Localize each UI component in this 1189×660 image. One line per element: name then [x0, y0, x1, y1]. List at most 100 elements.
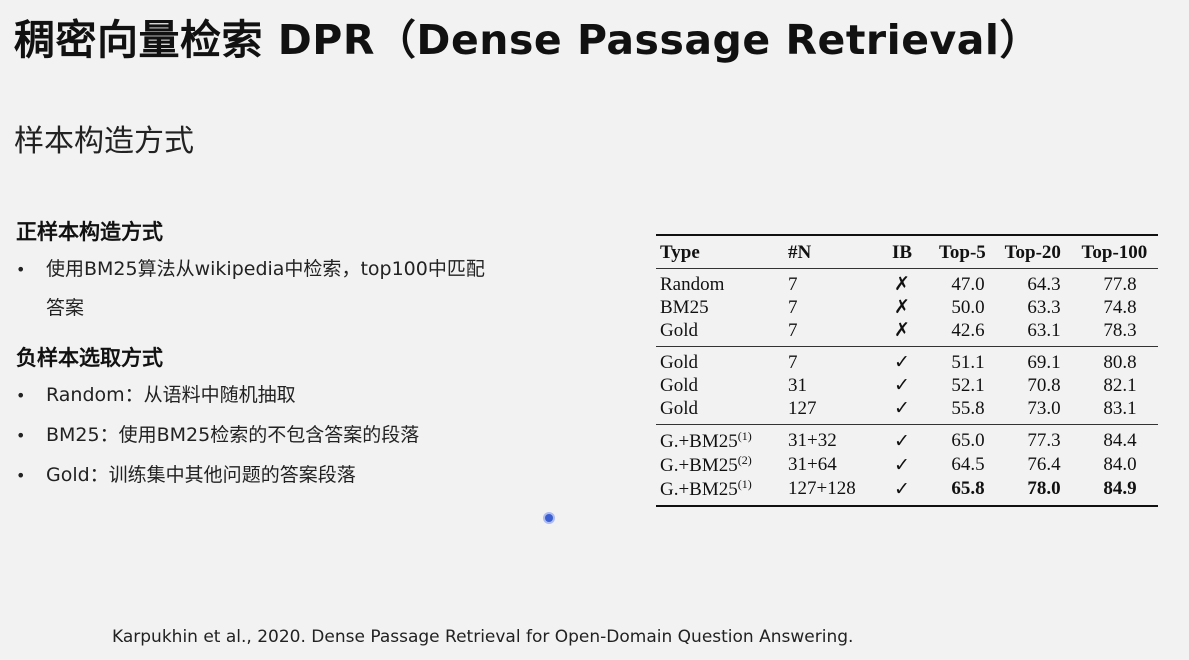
cell-top20: 70.8	[1006, 374, 1082, 397]
table-group-1: Random 7 ✗ 47.0 64.3 77.8 BM25 7 ✗ 50.0 63.3 74.8 Go…	[656, 269, 1158, 346]
cell-n-text: 127	[788, 397, 817, 419]
cell-n: 7	[784, 273, 874, 296]
cell-top5-text: 65.0	[951, 430, 985, 451]
cell-top20-text: 64.3	[1027, 273, 1061, 295]
cell-ib: ✓	[874, 351, 930, 374]
cell-top20: 73.0	[1006, 397, 1082, 420]
cell-type: Gold	[656, 351, 784, 374]
cell-top100: 84.4	[1082, 429, 1158, 453]
cell-n-text: 31+64	[788, 454, 837, 475]
table-row: Gold 7 ✓ 51.1 69.1 80.8	[656, 351, 1158, 374]
cell-ib-text: ✓	[894, 430, 910, 452]
cell-top20-text: 69.1	[1027, 351, 1061, 373]
cell-top20: 76.4	[1006, 453, 1082, 477]
negative-bullet-bm25: • BM25：使用BM25检索的不包含答案的段落	[16, 416, 576, 455]
cell-top100-text: 84.4	[1103, 430, 1137, 451]
cell-top20-text: 77.3	[1027, 430, 1061, 451]
cell-top20-text: 63.3	[1027, 296, 1061, 318]
results-table-grid: Type #N IB Top-5 Top-20 Top-100	[656, 236, 1158, 268]
bullet-dot: •	[16, 426, 26, 445]
cell-ib-text: ✗	[894, 274, 910, 295]
positive-bullet-line1: 使用BM25算法从wikipedia中检索，top100中匹配	[46, 258, 485, 280]
cell-top20-text: 63.1	[1027, 319, 1061, 341]
header-top100: Top-100	[1081, 242, 1148, 263]
cell-ib: ✓	[874, 397, 930, 420]
cell-top100: 84.9	[1082, 477, 1158, 501]
cell-n-text: 31+32	[788, 430, 837, 451]
cell-n-text: 7	[788, 319, 798, 341]
cell-top20-text: 76.4	[1027, 454, 1061, 475]
header-ib: IB	[891, 242, 913, 263]
cell-ib: ✗	[874, 319, 930, 342]
cell-type-text: G.+BM25	[660, 479, 738, 500]
cell-type-text: Gold	[660, 351, 698, 373]
cell-ib-text: ✗	[894, 320, 910, 341]
cell-type: Gold	[656, 319, 784, 342]
cell-type: G.+BM25(1)	[656, 429, 784, 453]
cell-type: Gold	[656, 397, 784, 420]
positive-sample-heading: 正样本构造方式	[16, 220, 163, 244]
cell-type-text: BM25	[660, 296, 709, 318]
cell-type-superscript: (1)	[737, 477, 752, 491]
cell-ib: ✗	[874, 273, 930, 296]
cell-n: 127+128	[784, 477, 874, 501]
cell-top20: 63.1	[1006, 319, 1082, 342]
cell-top20: 64.3	[1006, 273, 1082, 296]
citation: Karpukhin et al., 2020. Dense Passage Re…	[112, 627, 854, 647]
cell-type: Random	[656, 273, 784, 296]
cell-top5-text: 52.1	[951, 374, 985, 396]
cell-n-text: 7	[788, 351, 798, 373]
cell-ib: ✓	[874, 453, 930, 477]
cell-top5: 65.0	[930, 429, 1006, 453]
section-subtitle: 样本构造方式	[14, 124, 194, 159]
cell-n: 127	[784, 397, 874, 420]
cell-top100-text: 80.8	[1103, 351, 1137, 373]
bullet-dot: •	[16, 466, 26, 485]
negative-bullet-text: Random：从语料中随机抽取	[46, 384, 296, 406]
cell-top100: 82.1	[1082, 374, 1158, 397]
cell-type-superscript: (2)	[737, 453, 752, 467]
table-row: Gold 127 ✓ 55.8 73.0 83.1	[656, 397, 1158, 420]
cell-ib-text: ✓	[894, 375, 910, 396]
cell-ib-text: ✗	[894, 297, 910, 318]
cell-type-text: Random	[660, 273, 725, 295]
cell-top5: 50.0	[930, 296, 1006, 319]
cell-type-superscript: (1)	[737, 429, 752, 443]
cell-top20-text: 78.0	[1027, 478, 1061, 499]
cell-top5: 55.8	[930, 397, 1006, 420]
header-n: #N	[788, 242, 812, 263]
table-body: Random 7 ✗ 47.0 64.3 77.8 BM25 7 ✗ 50.0 63.3 74.8 Go…	[656, 269, 1158, 505]
cell-top100: 78.3	[1082, 319, 1158, 342]
cell-n-text: 31	[788, 374, 807, 396]
cell-type: G.+BM25(2)	[656, 453, 784, 477]
header-top20: Top-20	[1004, 242, 1061, 263]
negative-bullet-random: • Random：从语料中随机抽取	[16, 376, 576, 415]
table-group-3: G.+BM25(1) 31+32 ✓ 65.0 77.3 84.4 G.+BM25(2) 31…	[656, 425, 1158, 505]
bullet-dot: •	[16, 386, 26, 405]
cell-top5-text: 51.1	[951, 351, 985, 373]
cell-type: BM25	[656, 296, 784, 319]
cell-top5: 42.6	[930, 319, 1006, 342]
cell-top5: 52.1	[930, 374, 1006, 397]
cell-n: 31+64	[784, 453, 874, 477]
table-row: G.+BM25(1) 31+32 ✓ 65.0 77.3 84.4	[656, 429, 1158, 453]
cell-type-text: G.+BM25	[660, 455, 738, 476]
cell-top5-text: 42.6	[951, 319, 985, 341]
cell-top20: 78.0	[1006, 477, 1082, 501]
cell-top100-text: 77.8	[1103, 273, 1137, 295]
cell-ib: ✗	[874, 296, 930, 319]
table-row: G.+BM25(1) 127+128 ✓ 65.8 78.0 84.9	[656, 477, 1158, 501]
cell-ib-text: ✓	[894, 352, 910, 373]
table-header-row: Type #N IB Top-5 Top-20 Top-100	[656, 236, 1158, 268]
cell-top20: 77.3	[1006, 429, 1082, 453]
cell-top100-text: 83.1	[1103, 397, 1137, 419]
cell-n: 7	[784, 351, 874, 374]
results-table: Type #N IB Top-5 Top-20 Top-100 Random 7 ✗…	[656, 234, 1158, 507]
cell-top100-text: 78.3	[1103, 319, 1137, 341]
cell-top100-text: 74.8	[1103, 296, 1137, 318]
negative-bullet-text: Gold：训练集中其他问题的答案段落	[46, 464, 356, 486]
cell-top20: 63.3	[1006, 296, 1082, 319]
cell-n-text: 7	[788, 296, 798, 318]
bullet-dot: •	[16, 260, 26, 279]
cell-type: Gold	[656, 374, 784, 397]
